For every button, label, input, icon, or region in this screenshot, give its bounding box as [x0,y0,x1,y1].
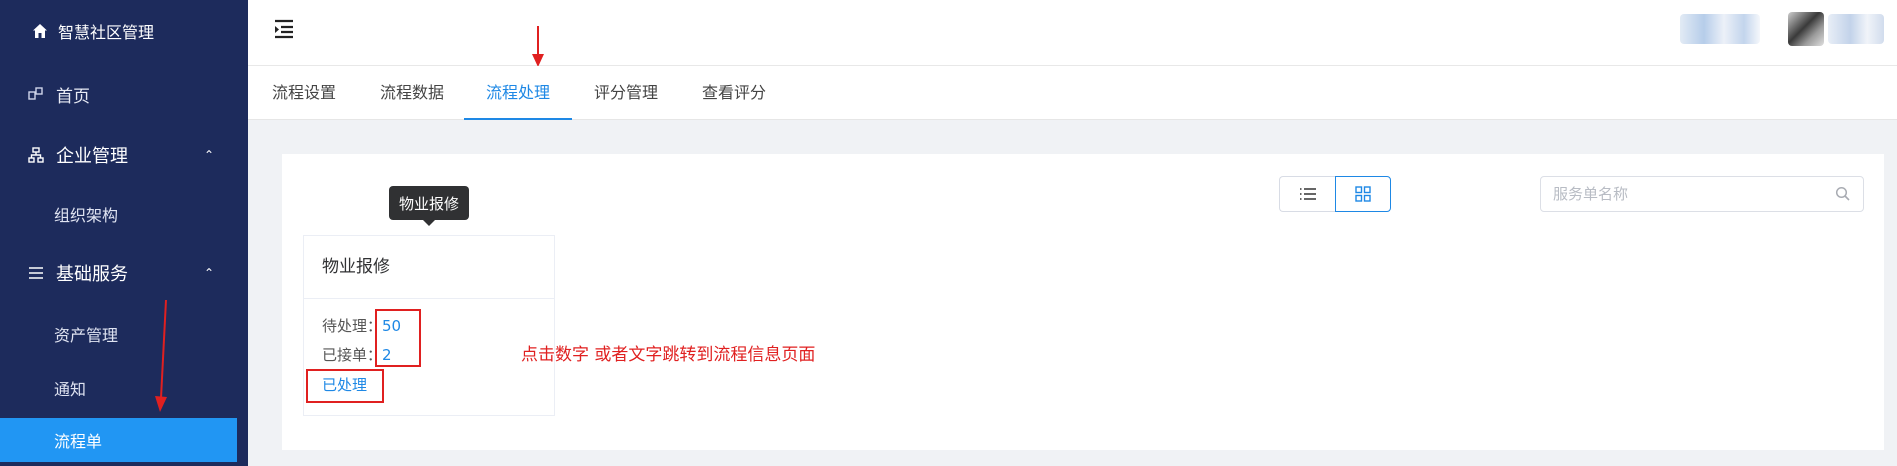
sidebar-item-label: 基础服务 [56,264,128,285]
card-tooltip: 物业报修 [389,186,469,226]
tab-label: 流程设置 [271,83,336,102]
sidebar-item-label: 首页 [56,86,90,107]
blurred-username [1680,14,1760,44]
list-icon [1299,188,1316,200]
tab-process-data[interactable]: 流程数据 [378,66,446,120]
chevron-up-icon: ⌃ [203,148,214,162]
org-tree-icon [28,147,44,163]
collapse-menu-icon[interactable] [272,18,296,40]
grid-icon [1355,186,1371,202]
sidebar-item-label: 企业管理 [56,146,128,167]
brand[interactable]: 智慧社区管理 [32,18,154,44]
sidebar-item-label: 资产管理 [54,326,119,345]
sidebar-item-home[interactable]: 首页 [0,78,248,110]
tab-label: 查看评分 [701,83,766,102]
tab-process-settings[interactable]: 流程设置 [270,66,338,120]
tab-view-rating[interactable]: 查看评分 [700,66,768,120]
tab-label: 评分管理 [593,83,658,102]
sidebar-item-label: 流程单 [54,432,103,451]
tooltip-text: 物业报修 [398,194,459,213]
sidebar-item-notice[interactable]: 通知 [0,372,248,404]
sidebar-item-process-order[interactable]: 流程单 [0,418,237,462]
top-header [248,0,1897,66]
search-box [1540,176,1864,212]
annotation-box-done [306,369,384,403]
sidebar-item-enterprise[interactable]: 企业管理 ⌃ [0,138,248,172]
search-icon[interactable] [1835,186,1851,202]
list-view-button[interactable] [1279,176,1335,212]
card-title: 物业报修 [304,236,554,299]
sidebar-item-label: 组织架构 [54,206,119,225]
blurred-user-menu[interactable] [1828,14,1884,44]
tab-rating-management[interactable]: 评分管理 [592,66,660,120]
sidebar-item-label: 通知 [54,380,87,399]
sidebar: 智慧社区管理 首页 企业管理 ⌃ 组织架构 基础服务 ⌃ 资产管理 通知 流程单 [0,0,248,466]
dashboard-icon [28,86,44,102]
sidebar-item-assets[interactable]: 资产管理 [0,318,248,350]
pending-label: 待处理： [322,317,383,335]
tab-label: 流程处理 [485,83,550,102]
annotation-text: 点击数字 或者文字跳转到流程信息页面 [521,345,816,365]
avatar[interactable] [1788,12,1824,46]
view-toggle [1279,176,1391,212]
sidebar-item-org[interactable]: 组织架构 [0,198,248,230]
grid-view-button[interactable] [1335,176,1391,212]
accepted-label: 已接单： [322,346,383,364]
tab-label: 流程数据 [379,83,444,102]
tab-process-handling[interactable]: 流程处理 [464,66,572,120]
menu-list-icon [28,265,44,281]
annotation-arrow-icon [155,299,167,412]
tab-bar: 流程设置 流程数据 流程处理 评分管理 查看评分 [248,66,1897,120]
brand-title: 智慧社区管理 [58,23,155,42]
annotation-arrow-icon [532,26,544,67]
search-input[interactable] [1553,185,1813,203]
annotation-box-numbers [375,309,421,367]
home-icon [33,24,47,38]
sidebar-item-basic-services[interactable]: 基础服务 ⌃ [0,256,248,290]
chevron-up-icon: ⌃ [203,266,214,280]
